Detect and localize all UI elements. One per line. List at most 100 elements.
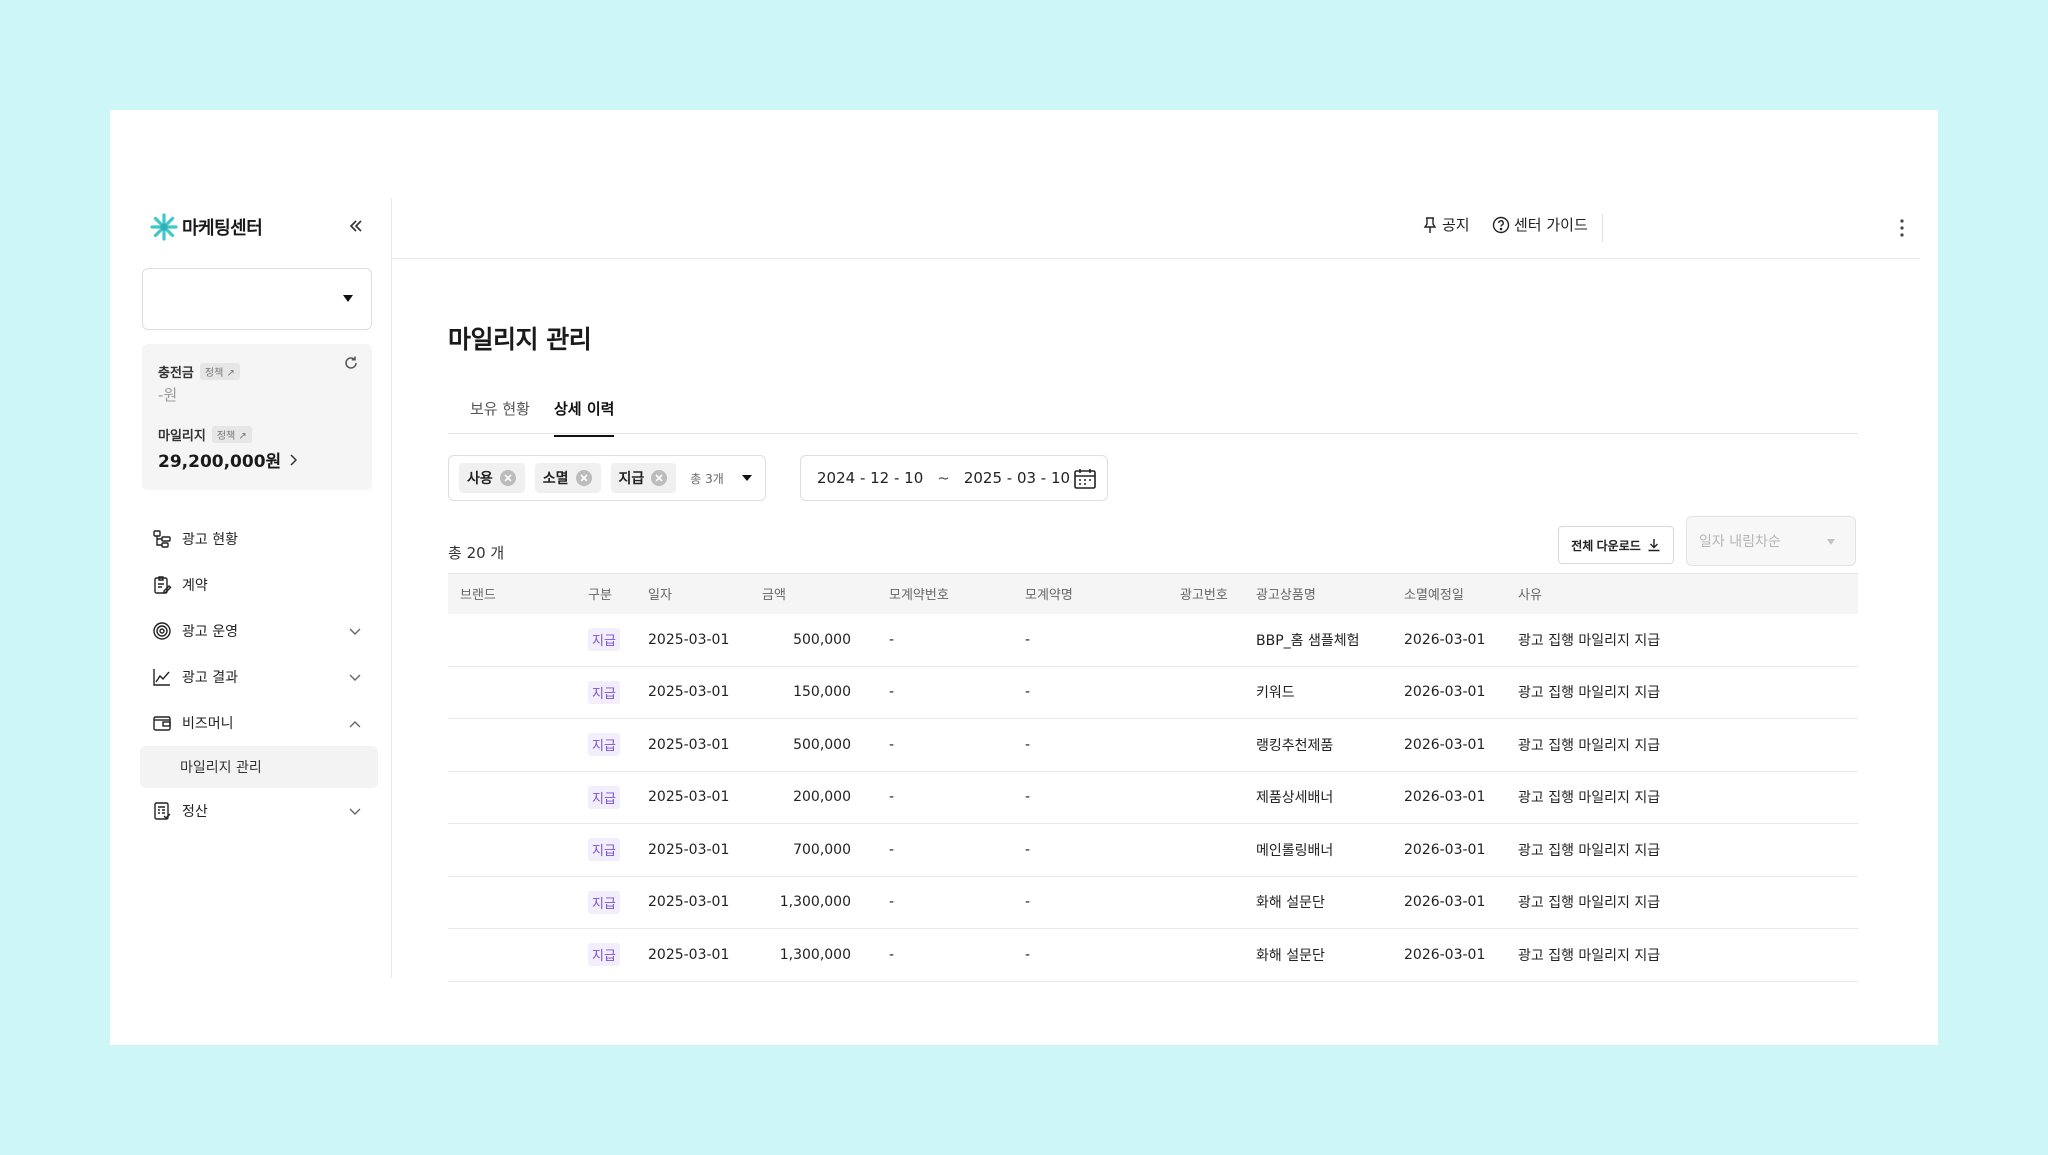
table-cell: - [1013, 876, 1168, 929]
table-row[interactable]: 지급 2025-03-01 1,300,000- - 화해 설문단 2026-03-01 광… [448, 876, 1858, 929]
table-cell: - [1013, 718, 1168, 772]
table-row[interactable]: 지급 2025-03-01 200,000- - 제품상세배너 2026-03-01 광고 … [448, 771, 1858, 824]
remove-chip-icon[interactable] [499, 469, 517, 487]
date-from[interactable]: 2024 - 12 - 10 [817, 469, 923, 487]
table-row[interactable]: 지급 2025-03-01 700,000- - 메인롤링배너 2026-03-01 광고 … [448, 823, 1858, 877]
sidebar-item-label: 광고 결과 [182, 670, 238, 686]
contract-icon [154, 576, 172, 594]
double-chevron-left-icon [349, 220, 362, 232]
table-row[interactable]: 지급 2025-03-01 150,000- - 키워드 2026-03-01 광고 집행 … [448, 666, 1858, 719]
filter-chip-use: 사용 [459, 463, 525, 493]
sidebar-item-ad-status[interactable]: 광고 현황 [142, 516, 376, 562]
sidebar-item-label: 비즈머니 [182, 716, 234, 732]
type-badge: 지급 [588, 733, 620, 757]
table-cell: 화해 설문단 [1244, 928, 1392, 982]
charge-policy-link[interactable]: 정책 ↗ [199, 363, 240, 380]
type-badge: 지급 [588, 838, 620, 862]
table-cell: 2026-03-01 [1392, 876, 1506, 929]
mileage-value-link[interactable]: 29,200,000원 [158, 447, 298, 472]
table-cell: 지급 [576, 771, 636, 824]
center-guide-link[interactable]: 센터 가이드 [1492, 214, 1588, 235]
table-cell: 지급 [576, 823, 636, 877]
wallet-icon [153, 716, 171, 731]
table-cell: - [877, 771, 1013, 824]
table-cell: 2026-03-01 [1392, 928, 1506, 982]
table-cell: 광고 집행 마일리지 지급 [1506, 718, 1858, 772]
line-chart-icon [153, 669, 170, 686]
table-cell: 메인롤링배너 [1244, 823, 1392, 877]
table-cell [1168, 666, 1244, 719]
table-cell [448, 876, 576, 929]
chevron-down-icon [349, 628, 361, 635]
settlement-icon [154, 802, 171, 820]
type-filter[interactable]: 사용 소멸 지급 총 3개 [448, 455, 766, 501]
caret-down-icon[interactable] [741, 475, 752, 481]
brand[interactable]: 마케팅센터 [150, 210, 263, 244]
sidebar-item-ad-operation[interactable]: 광고 운영 [142, 608, 376, 654]
charge-value: -원 [158, 386, 178, 404]
column-header: 구분 [576, 573, 636, 614]
table-row[interactable]: 지급 2025-03-01 500,000- - BBP_홈 샘플체험 2026-03-0… [448, 613, 1858, 667]
app-window: 마케팅센터 충전금 정책 ↗ -원 마일리지 정책 ↗ 29,200,000원 … [110, 110, 1938, 1045]
table-header-row: 브랜드 구분 일자 금액 모계약번호 모계약명 광고번호 광고상품명 소멸예정일… [448, 573, 1858, 614]
header-divider [1602, 214, 1603, 242]
chevron-up-icon [349, 721, 361, 728]
column-header: 금액 [750, 573, 877, 614]
sidebar-nav: 광고 현황 계약 광고 운영 광고 결과 비즈머니 마일리지 관리 정산 [140, 516, 378, 834]
date-range-picker[interactable]: 2024 - 12 - 10 ~ 2025 - 03 - 10 [800, 455, 1108, 501]
table-cell: 지급 [576, 613, 636, 667]
account-select[interactable] [142, 268, 372, 330]
refresh-icon[interactable] [342, 354, 360, 372]
charge-label: 충전금 [158, 366, 194, 381]
help-circle-icon [1492, 216, 1510, 233]
notice-link[interactable]: 공지 [1422, 214, 1470, 235]
table-cell: 2025-03-01 [636, 666, 750, 719]
table-cell: 2026-03-01 [1392, 666, 1506, 719]
table-cell: - [877, 876, 1013, 929]
download-label: 전체 다운로드 [1571, 538, 1641, 553]
center-guide-label: 센터 가이드 [1514, 216, 1588, 234]
table-cell [1168, 718, 1244, 772]
table-row[interactable]: 지급 2025-03-01 500,000- - 랭킹추천제품 2026-03-01 광고 … [448, 718, 1858, 772]
table-row[interactable]: 지급 2025-03-01 1,300,000- - 화해 설문단 2026-03-01 광… [448, 928, 1858, 982]
sidebar: 마케팅센터 충전금 정책 ↗ -원 마일리지 정책 ↗ 29,200,000원 … [138, 198, 392, 978]
table-cell: 광고 집행 마일리지 지급 [1506, 613, 1858, 667]
mileage-history-table: 브랜드 구분 일자 금액 모계약번호 모계약명 광고번호 광고상품명 소멸예정일… [448, 573, 1858, 982]
sort-label: 일자 내림차순 [1699, 534, 1781, 550]
sidebar-item-settlement[interactable]: 정산 [142, 788, 376, 834]
sidebar-item-bizmoney[interactable]: 비즈머니 [142, 700, 376, 746]
table-cell: 2025-03-01 [636, 823, 750, 877]
sort-select[interactable]: 일자 내림차순 [1686, 516, 1856, 566]
mileage-policy-link[interactable]: 정책 ↗ [211, 426, 252, 443]
brand-name: 마케팅센터 [182, 218, 263, 239]
column-header: 사유 [1506, 573, 1858, 614]
remove-chip-icon[interactable] [575, 469, 593, 487]
sidebar-item-ad-result[interactable]: 광고 결과 [142, 654, 376, 700]
tab-detail-history[interactable]: 상세 이력 [554, 398, 615, 437]
table-cell: 700,000 [750, 823, 877, 877]
sidebar-item-contract[interactable]: 계약 [142, 562, 376, 608]
calendar-icon[interactable] [1073, 467, 1097, 491]
column-header: 일자 [636, 573, 750, 614]
download-all-button[interactable]: 전체 다운로드 [1558, 526, 1674, 564]
date-to[interactable]: 2025 - 03 - 10 [964, 469, 1070, 487]
top-header: 공지 센터 가이드 [392, 198, 1920, 259]
table-cell [1168, 928, 1244, 982]
table-cell: 2025-03-01 [636, 928, 750, 982]
remove-chip-icon[interactable] [650, 469, 668, 487]
column-header: 모계약명 [1013, 573, 1168, 614]
table-cell: 2026-03-01 [1392, 823, 1506, 877]
sidebar-subitem-mileage[interactable]: 마일리지 관리 [140, 746, 378, 788]
table-cell: 광고 집행 마일리지 지급 [1506, 928, 1858, 982]
table-cell: - [1013, 928, 1168, 982]
table-cell: 1,300,000 [750, 928, 877, 982]
table-cell [448, 718, 576, 772]
chip-label: 지급 [618, 471, 645, 487]
tab-holdings[interactable]: 보유 현황 [470, 398, 530, 435]
more-vertical-icon[interactable] [1892, 216, 1912, 240]
table-cell: - [877, 613, 1013, 667]
collapse-sidebar-button[interactable] [344, 214, 368, 238]
type-badge: 지급 [588, 628, 620, 651]
table-cell [448, 823, 576, 877]
notice-label: 공지 [1442, 216, 1470, 234]
